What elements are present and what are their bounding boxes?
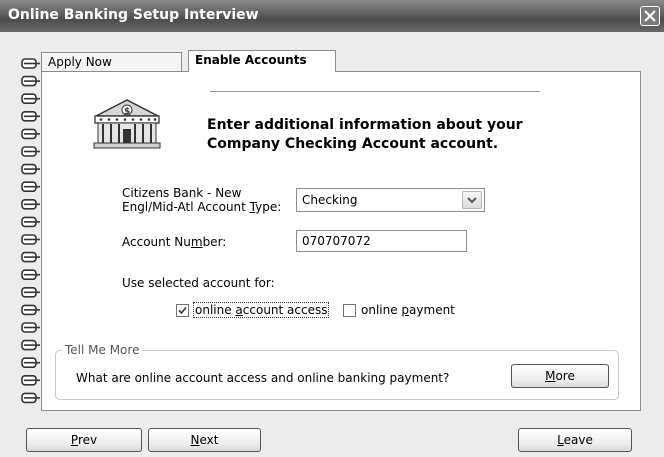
binding-ring bbox=[21, 251, 40, 263]
binding-ring bbox=[21, 93, 40, 105]
tab-apply-now[interactable]: Apply Now bbox=[41, 52, 182, 72]
online-payment-label[interactable]: online payment bbox=[361, 303, 455, 317]
binding-ring bbox=[21, 287, 40, 298]
use-for-label: Use selected account for: bbox=[122, 276, 275, 290]
account-type-label-line-1: Citizens Bank - New bbox=[122, 186, 242, 200]
tab-enable-accounts[interactable]: Enable Accounts bbox=[188, 50, 336, 72]
binding-ring bbox=[21, 392, 40, 404]
binding-ring bbox=[21, 216, 40, 228]
tell-me-more-question: What are online account access and onlin… bbox=[76, 371, 450, 385]
binding-ring bbox=[21, 75, 40, 87]
binding-ring bbox=[21, 146, 40, 157]
online-access-checkbox[interactable] bbox=[176, 304, 189, 317]
binding-ring bbox=[21, 163, 40, 175]
account-type-value: Checking bbox=[302, 193, 358, 207]
leave-button[interactable]: Leave bbox=[518, 428, 632, 452]
online-payment-checkbox[interactable] bbox=[343, 304, 356, 317]
spiral-binding-icon bbox=[21, 58, 40, 404]
binding-ring bbox=[21, 339, 40, 351]
prev-button[interactable]: Prev bbox=[26, 428, 142, 452]
online-access-label[interactable]: online account access bbox=[193, 302, 330, 318]
checkmark-icon bbox=[178, 306, 187, 315]
account-type-label-line-2: Engl/Mid-Atl Account Type: bbox=[122, 200, 282, 214]
binding-ring bbox=[21, 181, 40, 192]
account-number-label: Account Number: bbox=[122, 235, 227, 249]
window-title: Online Banking Setup Interview bbox=[8, 7, 259, 23]
account-number-input[interactable]: 070707072 bbox=[296, 230, 467, 252]
page-heading: Enter additional information about your … bbox=[207, 116, 537, 154]
binding-ring bbox=[21, 269, 40, 280]
binding-ring bbox=[21, 199, 40, 210]
binding-ring bbox=[21, 304, 40, 316]
binding-ring bbox=[21, 357, 40, 369]
bank-icon: $ bbox=[93, 99, 161, 149]
binding-ring bbox=[21, 110, 40, 122]
tell-me-more-title: Tell Me More bbox=[62, 343, 143, 357]
title-bar: Online Banking Setup Interview bbox=[0, 0, 664, 33]
account-type-select[interactable]: Checking bbox=[296, 188, 485, 212]
binding-ring bbox=[21, 374, 40, 386]
binding-ring bbox=[21, 128, 40, 140]
binding-ring bbox=[21, 322, 40, 333]
close-icon[interactable] bbox=[640, 6, 660, 26]
more-button[interactable]: More bbox=[511, 364, 609, 388]
heading-line-1: Enter additional information about your bbox=[207, 117, 523, 133]
binding-ring bbox=[21, 58, 40, 69]
chevron-down-icon[interactable] bbox=[462, 191, 482, 209]
account-type-label: Citizens Bank - New Engl/Mid-Atl Account… bbox=[122, 186, 281, 214]
heading-line-2: Company Checking Account account. bbox=[207, 136, 499, 152]
binding-ring bbox=[21, 234, 40, 245]
divider bbox=[210, 91, 540, 92]
next-button[interactable]: Next bbox=[148, 428, 261, 452]
